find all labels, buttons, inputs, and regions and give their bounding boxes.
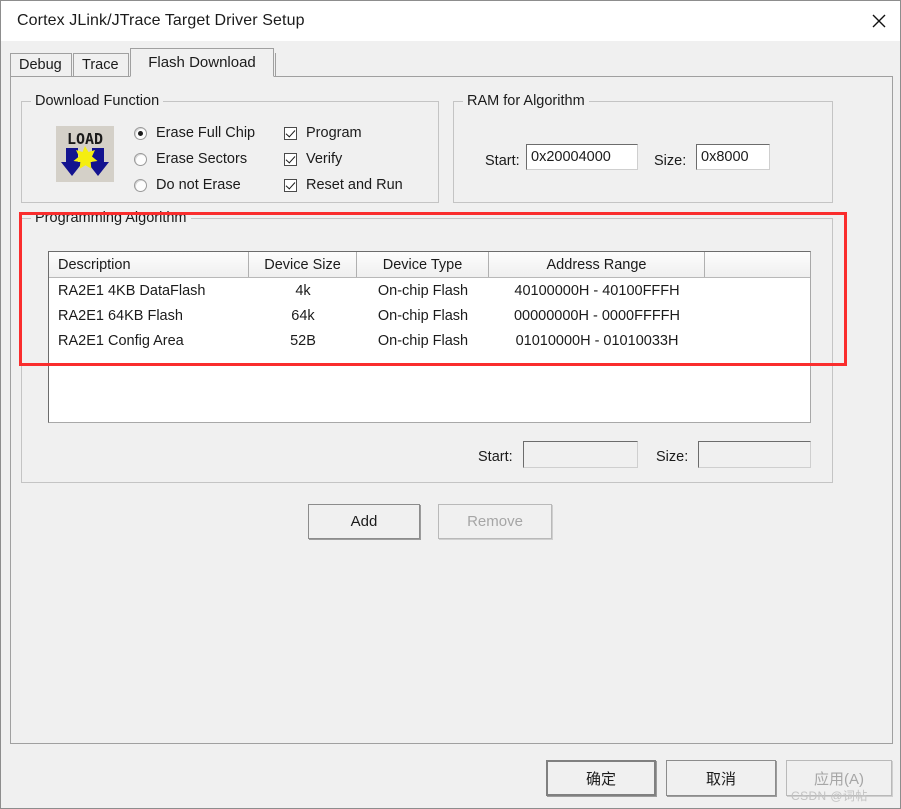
checkbox-reset-and-run[interactable]: Reset and Run	[284, 177, 403, 193]
download-function-title: Download Function	[31, 93, 164, 109]
algorithm-start-input[interactable]	[523, 441, 638, 468]
cell-extra	[705, 303, 810, 328]
cell-address-range: 40100000H - 40100FFFH	[514, 282, 680, 299]
cell-device-size: 52B	[290, 332, 316, 349]
checkbox-indicator	[284, 178, 297, 192]
table-row[interactable]: RA2E1 4KB DataFlash 4k On-chip Flash 401…	[49, 278, 810, 303]
cell-device-type: On-chip Flash	[377, 307, 469, 324]
cell-extra	[705, 328, 810, 353]
checkbox-indicator	[284, 126, 297, 140]
ram-size-input[interactable]	[696, 144, 770, 170]
table-header-row: Description Device Size Device Type Addr…	[49, 252, 810, 278]
ram-start-label: Start:	[485, 153, 520, 169]
radio-label: Do not Erase	[156, 177, 241, 193]
checkbox-indicator	[284, 152, 297, 166]
cell-device-type: On-chip Flash	[377, 282, 469, 299]
radio-indicator	[134, 126, 147, 140]
algorithm-size-input[interactable]	[698, 441, 811, 468]
radio-erase-sectors[interactable]: Erase Sectors	[134, 151, 247, 167]
target-driver-setup-dialog: Cortex JLink/JTrace Target Driver Setup …	[0, 0, 901, 809]
tab-trace[interactable]: Trace	[73, 53, 129, 76]
programming-algorithm-list[interactable]: Description Device Size Device Type Addr…	[48, 251, 811, 423]
tab-flash-download[interactable]: Flash Download	[130, 48, 274, 77]
cell-description: RA2E1 64KB Flash	[58, 307, 183, 324]
add-button[interactable]: Add	[308, 504, 420, 539]
title-bar: Cortex JLink/JTrace Target Driver Setup	[1, 1, 900, 41]
tab-debug[interactable]: Debug	[10, 53, 72, 76]
svg-text:LOAD: LOAD	[67, 130, 103, 148]
table-row[interactable]: RA2E1 Config Area 52B On-chip Flash 0101…	[49, 328, 810, 353]
radio-indicator	[134, 178, 147, 192]
cell-device-type: On-chip Flash	[377, 332, 469, 349]
column-header-blank[interactable]	[705, 252, 810, 277]
checkbox-verify[interactable]: Verify	[284, 151, 342, 167]
radio-label: Erase Full Chip	[156, 125, 256, 141]
algorithm-size-label: Size:	[656, 449, 689, 465]
checkbox-program[interactable]: Program	[284, 125, 362, 141]
radio-label: Erase Sectors	[156, 151, 248, 167]
watermark-text: CSDN @词帖	[791, 789, 868, 803]
cell-extra	[705, 278, 810, 303]
table-row[interactable]: RA2E1 64KB Flash 64k On-chip Flash 00000…	[49, 303, 810, 328]
remove-button[interactable]: Remove	[438, 504, 552, 539]
ram-for-algorithm-title: RAM for Algorithm	[463, 93, 589, 109]
ok-button[interactable]: 确定	[546, 760, 656, 796]
column-header-description[interactable]: Description	[49, 252, 249, 277]
tab-strip-divider	[275, 53, 276, 76]
column-header-device-size[interactable]: Device Size	[249, 252, 357, 277]
load-icon: LOAD	[56, 126, 114, 182]
ram-for-algorithm-group: RAM for Algorithm	[453, 93, 833, 203]
checkbox-label: Verify	[306, 151, 343, 167]
radio-erase-full-chip[interactable]: Erase Full Chip	[134, 125, 255, 141]
cell-device-size: 64k	[291, 307, 315, 324]
column-header-address-range[interactable]: Address Range	[489, 252, 705, 277]
cell-address-range: 01010000H - 01010033H	[515, 332, 679, 349]
cancel-button[interactable]: 取消	[666, 760, 776, 796]
algorithm-start-label: Start:	[478, 449, 513, 465]
ram-start-input[interactable]	[526, 144, 638, 170]
cell-description: RA2E1 Config Area	[58, 332, 184, 349]
cell-device-size: 4k	[295, 282, 311, 299]
checkbox-label: Reset and Run	[306, 177, 403, 193]
radio-indicator	[134, 152, 147, 166]
close-icon[interactable]	[856, 1, 900, 41]
radio-do-not-erase[interactable]: Do not Erase	[134, 177, 241, 193]
ram-size-label: Size:	[654, 153, 687, 169]
cell-address-range: 00000000H - 0000FFFFH	[513, 307, 681, 324]
programming-algorithm-title: Programming Algorithm	[31, 210, 191, 226]
checkbox-label: Program	[306, 125, 362, 141]
tab-strip: Debug Trace Flash Download	[10, 48, 893, 77]
window-title: Cortex JLink/JTrace Target Driver Setup	[17, 12, 305, 29]
column-header-device-type[interactable]: Device Type	[357, 252, 489, 277]
cell-description: RA2E1 4KB DataFlash	[58, 282, 206, 299]
